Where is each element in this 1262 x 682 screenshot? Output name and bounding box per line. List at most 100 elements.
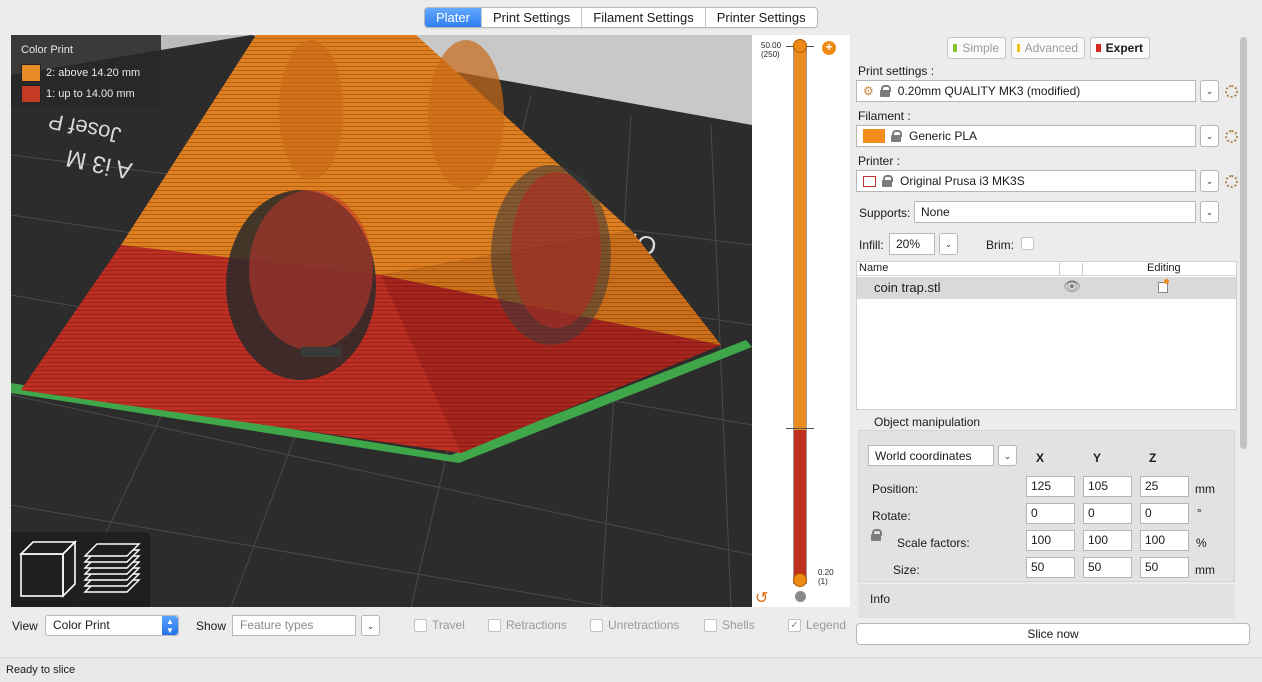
slider-bottom-label: 0.20 (1): [818, 568, 834, 586]
slider-upper-thumb[interactable]: [793, 39, 807, 53]
filament-dropdown[interactable]: ⌄: [1200, 125, 1219, 147]
feature-types-select[interactable]: Feature types: [232, 615, 356, 636]
3d-view-icon[interactable]: [19, 540, 77, 598]
scale-z-input[interactable]: 100: [1140, 530, 1189, 551]
track-upper-segment: [794, 47, 806, 430]
feature-types-dropdown[interactable]: ⌄: [361, 615, 380, 636]
add-color-change-icon[interactable]: +: [822, 41, 836, 55]
printer-dropdown[interactable]: ⌄: [1200, 170, 1219, 192]
lock-icon[interactable]: [795, 591, 806, 602]
object-list[interactable]: Name Editing coin trap.stl 👁: [856, 261, 1237, 410]
checkbox-label: Travel: [432, 618, 465, 632]
column-editing[interactable]: Editing: [1147, 262, 1181, 274]
infill-dropdown[interactable]: ⌄: [939, 233, 958, 255]
view-label: View: [12, 619, 38, 633]
filament-value: Generic PLA: [909, 129, 978, 143]
brim-label: Brim:: [986, 238, 1014, 252]
tab-plater[interactable]: Plater: [425, 8, 482, 27]
travel-checkbox[interactable]: Travel: [414, 618, 465, 632]
undo-icon[interactable]: ↺: [755, 588, 768, 608]
legend-title: Color Print: [21, 44, 73, 56]
position-x-input[interactable]: 125: [1026, 476, 1075, 497]
expert-mode-icon: [1096, 44, 1101, 52]
checkbox-box[interactable]: [414, 618, 427, 632]
mode-simple-button[interactable]: Simple: [947, 37, 1006, 59]
rotate-y-input[interactable]: 0: [1083, 503, 1132, 524]
settings-gear-icon[interactable]: [1225, 175, 1238, 188]
chevron-down-icon: ⌄: [1205, 131, 1214, 141]
gear-icon: ⚙: [863, 84, 874, 98]
slider-top-value: 50.00: [761, 41, 782, 50]
feature-types-placeholder: Feature types: [240, 618, 314, 632]
show-label: Show: [196, 619, 227, 633]
slice-now-button[interactable]: Slice now: [856, 623, 1250, 645]
axis-y-label: Y: [1093, 451, 1102, 465]
infill-input[interactable]: 20%: [889, 233, 935, 255]
3d-viewport[interactable]: Original Josef P A i3 M Color Print 2: a…: [11, 35, 752, 607]
checkmark-icon[interactable]: ✓: [788, 618, 801, 632]
scale-y-input[interactable]: 100: [1083, 530, 1132, 551]
slider-lower-thumb[interactable]: [793, 573, 807, 587]
eye-icon[interactable]: 👁: [1063, 278, 1081, 295]
brim-checkbox[interactable]: [1021, 237, 1034, 250]
printer-icon: [863, 175, 876, 187]
preview-view-icon[interactable]: [83, 543, 141, 593]
legend-item: 1: up to 14.00 mm: [21, 83, 151, 104]
panel-scrollbar[interactable]: [1240, 37, 1247, 449]
position-y-input[interactable]: 105: [1083, 476, 1132, 497]
size-y-input[interactable]: 50: [1083, 557, 1132, 578]
print-settings-dropdown[interactable]: ⌄: [1200, 80, 1219, 102]
tab-print-settings[interactable]: Print Settings: [482, 8, 583, 27]
status-text: Ready to slice: [6, 664, 76, 676]
tab-filament-settings[interactable]: Filament Settings: [582, 8, 706, 27]
print-settings-select[interactable]: ⚙ 0.20mm QUALITY MK3 (modified): [856, 80, 1196, 102]
slider-bottom-layer: (1): [818, 577, 828, 586]
retractions-checkbox[interactable]: Retractions: [488, 618, 567, 632]
coordinates-dropdown[interactable]: ⌄: [998, 445, 1017, 466]
slider-track[interactable]: [793, 46, 807, 584]
column-divider: [1059, 263, 1060, 275]
mode-expert-button[interactable]: Expert: [1090, 37, 1150, 59]
supports-dropdown[interactable]: ⌄: [1200, 201, 1219, 223]
settings-gear-icon[interactable]: [1225, 130, 1238, 143]
edit-dot-icon: [1164, 279, 1169, 284]
mode-label: Advanced: [1024, 41, 1078, 55]
legend-label: 1: up to 14.00 mm: [46, 87, 135, 100]
slider-top-label: 50.00 (250): [761, 41, 781, 59]
settings-panel: Simple Advanced Expert Print settings : …: [856, 35, 1250, 645]
tab-printer-settings[interactable]: Printer Settings: [706, 8, 817, 27]
layer-slider[interactable]: 50.00 (250) + 0.20 (1) ↺: [752, 35, 850, 607]
rotate-x-input[interactable]: 0: [1026, 503, 1075, 524]
column-name[interactable]: Name: [859, 262, 888, 274]
checkbox-label: Shells: [722, 618, 755, 632]
position-z-input[interactable]: 25: [1140, 476, 1189, 497]
settings-gear-icon[interactable]: [1225, 85, 1238, 98]
scale-lock-icon[interactable]: [871, 529, 882, 541]
size-x-input[interactable]: 50: [1026, 557, 1075, 578]
slider-top-layer: (250): [761, 50, 780, 59]
view-select[interactable]: Color Print ▲ ▼: [45, 615, 179, 636]
view-toggle[interactable]: [11, 532, 150, 607]
legend-swatch: [21, 84, 41, 103]
object-list-header: Name Editing: [857, 262, 1236, 276]
scale-x-input[interactable]: 100: [1026, 530, 1075, 551]
coordinates-select[interactable]: World coordinates: [868, 445, 994, 466]
chevron-down-icon: ⌄: [1205, 86, 1214, 96]
mode-advanced-button[interactable]: Advanced: [1011, 37, 1085, 59]
chevron-down-icon: ⌄: [366, 621, 375, 631]
supports-select[interactable]: None: [914, 201, 1196, 223]
supports-value: None: [921, 205, 950, 219]
legend-checkbox[interactable]: ✓ Legend: [788, 618, 846, 632]
list-item[interactable]: coin trap.stl 👁: [857, 277, 1236, 299]
filament-select[interactable]: Generic PLA: [856, 125, 1196, 147]
size-z-input[interactable]: 50: [1140, 557, 1189, 578]
shells-checkbox[interactable]: Shells: [704, 618, 755, 632]
checkbox-box[interactable]: [590, 618, 603, 632]
coordinates-value: World coordinates: [875, 448, 972, 463]
printer-select[interactable]: Original Prusa i3 MK3S: [856, 170, 1196, 192]
checkbox-box[interactable]: [488, 618, 501, 632]
slider-bottom-value: 0.20: [818, 568, 834, 577]
unretractions-checkbox[interactable]: Unretractions: [590, 618, 679, 632]
checkbox-box[interactable]: [704, 618, 717, 632]
rotate-z-input[interactable]: 0: [1140, 503, 1189, 524]
